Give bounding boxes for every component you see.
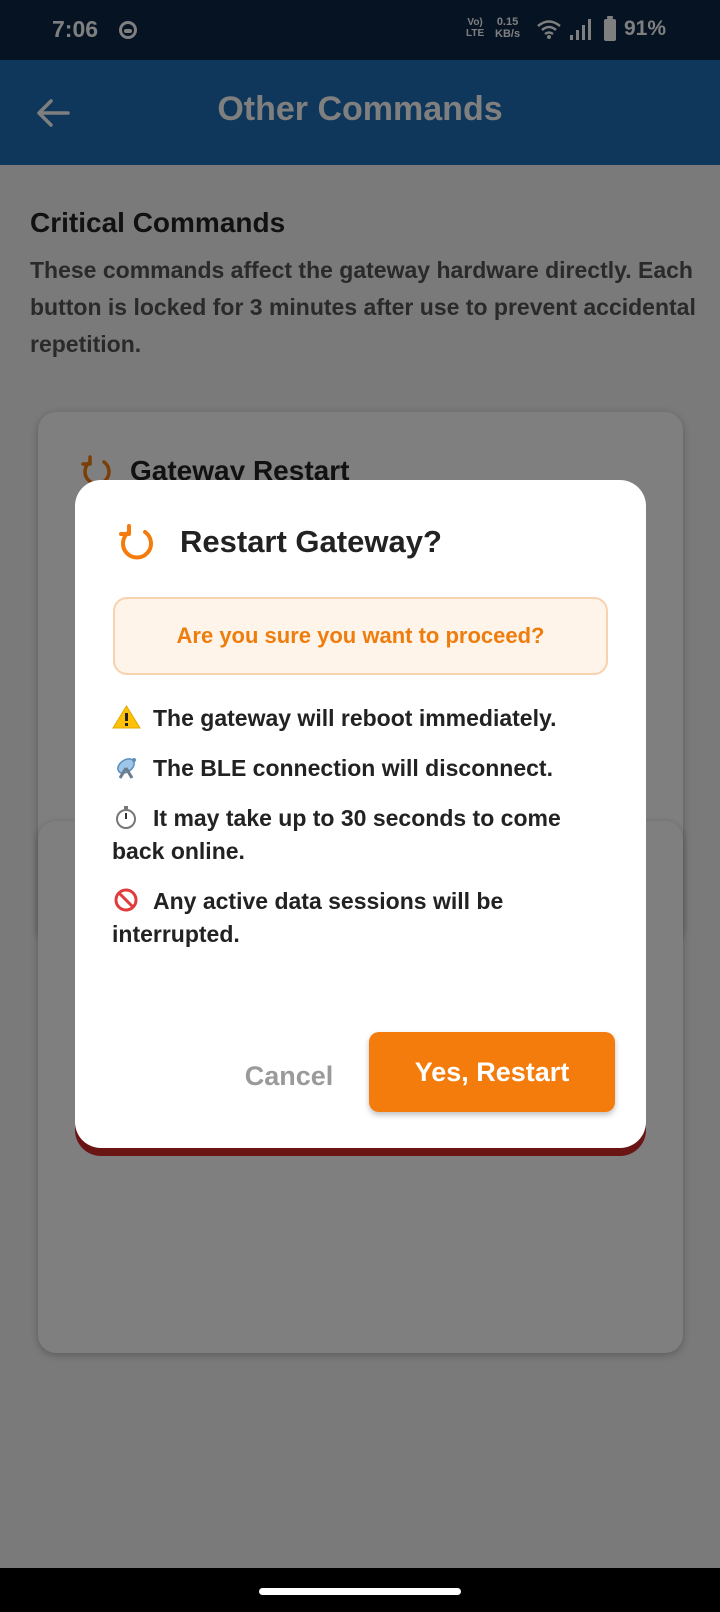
warning-icon	[112, 705, 141, 729]
bullet-list: The gateway will reboot immediately. The…	[112, 702, 612, 968]
bullet-text: The gateway will reboot immediately.	[153, 705, 557, 731]
home-handle[interactable]	[259, 1588, 461, 1595]
prohibited-icon	[114, 888, 138, 912]
bullet-item: The BLE connection will disconnect.	[112, 752, 612, 785]
warning-box: Are you sure you want to proceed?	[113, 597, 608, 675]
antenna-icon	[117, 758, 136, 779]
confirm-dialog: Restart Gateway? Are you sure you want t…	[75, 480, 646, 1148]
restart-icon	[119, 524, 153, 560]
bullet-text: Any active data sessions will be interru…	[112, 888, 504, 947]
bullet-item: It may take up to 30 seconds to come bac…	[112, 802, 612, 868]
bullet-text: It may take up to 30 seconds to come bac…	[112, 805, 561, 864]
confirm-restart-button[interactable]: Yes, Restart	[369, 1032, 615, 1112]
dialog-title: Restart Gateway?	[180, 524, 442, 559]
cancel-button[interactable]: Cancel	[225, 1049, 353, 1103]
bullet-item: The gateway will reboot immediately.	[112, 702, 612, 735]
bullet-text: The BLE connection will disconnect.	[153, 755, 553, 781]
warning-text: Are you sure you want to proceed?	[176, 623, 545, 648]
navigation-bar	[0, 1568, 720, 1612]
bullet-item: Any active data sessions will be interru…	[112, 885, 612, 951]
stopwatch-icon	[116, 806, 136, 829]
